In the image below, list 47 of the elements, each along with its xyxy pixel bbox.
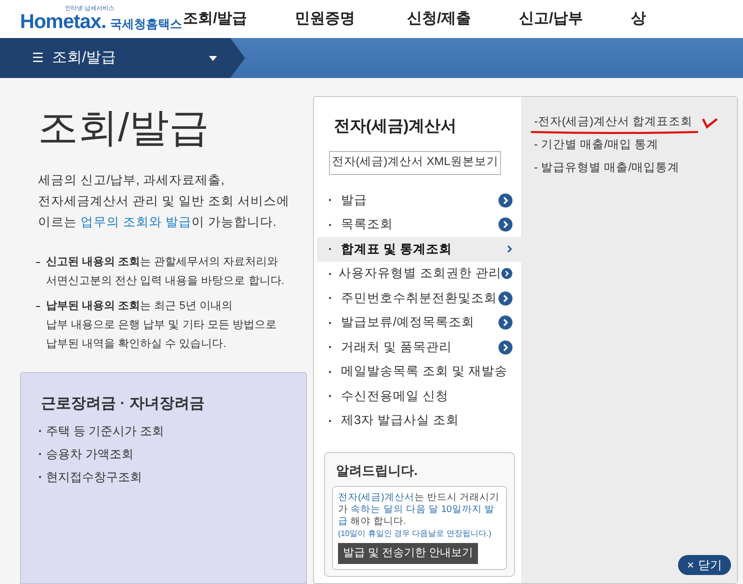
- logo-text: 국세청홈택스: [110, 18, 182, 30]
- dash-icon: [36, 262, 40, 263]
- xml-view-button[interactable]: 전자(세금)계산서 XML원본보기: [329, 151, 501, 175]
- card-link[interactable]: 승용차 가액조회: [46, 444, 134, 462]
- menu-item[interactable]: 발급보류/예정목록조회: [317, 310, 521, 335]
- menu-item[interactable]: 제3자 발급사실 조회: [317, 408, 521, 433]
- top-menu-item[interactable]: 조회/발급: [183, 8, 295, 30]
- menu-item[interactable]: 발급: [317, 188, 521, 212]
- chevron-icon: [507, 245, 513, 254]
- submenu-link[interactable]: - 기간별 매출/매입 통계: [534, 136, 659, 154]
- notice-title: 알려드립니다.: [336, 462, 419, 480]
- deadline-guide-button[interactable]: 발급 및 전송기한 안내보기: [338, 543, 478, 564]
- arrow-circle-icon: [498, 340, 513, 355]
- top-menu-item[interactable]: 신청/제출: [407, 8, 519, 30]
- top-menu-item[interactable]: 신고/납부: [519, 8, 631, 30]
- notice-footnote: (10일이 휴일인 경우 다음날로 연장됩니다.): [338, 528, 492, 540]
- menu-item[interactable]: 합계표 및 통계조회: [317, 237, 521, 262]
- menu-item[interactable]: 메일발송목록 조회 및 재발송: [317, 360, 521, 384]
- category-dropdown[interactable]: ☰ 조회/발급: [0, 38, 245, 78]
- arrow-circle-icon: [501, 266, 513, 282]
- top-menu-item[interactable]: 민원증명: [295, 8, 407, 30]
- page-title: 조회/발급: [38, 108, 210, 148]
- menu-item[interactable]: 사용자유형별 조회권한 관리: [317, 262, 521, 286]
- intro-text: 세금의 신고/납부, 과세자료제출, 전자세금계산서 관리 및 일반 조회 서비스에 이르는 업무의 조회와 발급이 가능합니다.: [38, 172, 290, 231]
- logo-wordmark[interactable]: Hometax.: [20, 12, 106, 32]
- dash-icon: [36, 306, 40, 307]
- menu-item[interactable]: 거래처 및 품목관리: [317, 335, 521, 360]
- caret-icon: [209, 56, 217, 60]
- arrow-circle-icon: [498, 290, 513, 306]
- arrow-circle-icon: [498, 192, 513, 208]
- menu-item[interactable]: 주민번호수취분전환및조회: [317, 286, 521, 310]
- panel-title: 전자(세금)계산서: [334, 117, 458, 137]
- menu-item[interactable]: 수신전용메일 신청: [317, 384, 521, 408]
- card-title: 근로장려금 · 자녀장려금: [41, 394, 206, 414]
- check-mark-icon: [700, 116, 719, 128]
- submenu-link[interactable]: - 발급유형별 매출/매입통계: [534, 160, 680, 178]
- arrow-circle-icon: [498, 315, 513, 330]
- top-menu-item[interactable]: 상: [631, 8, 743, 30]
- note-text: 신고된 내용의 조회는 관할세무서의 자료처리와 서면신고분의 전산 입력 내용을 바탕으로 합니다.: [46, 255, 284, 289]
- note-text: 납부된 내용의 조회는 최근 5년 이내의 납부 내용으로 은행 납부 및 기타 모든 방법으로 납부된 내역을 확인하실 수 있습니다.: [46, 299, 276, 352]
- menu-item[interactable]: 목록조회: [317, 212, 521, 237]
- close-button[interactable]: × 닫기: [678, 555, 731, 575]
- arrow-circle-icon: [498, 217, 513, 232]
- submenu-link[interactable]: -전자(세금)계산서 합계표조회: [534, 114, 693, 132]
- notice-text: 전자(세금)계산서 는 반드시 거래시기가 속하는 달의 다음 달 10일까지 발급 해야 합니다.: [338, 492, 501, 528]
- card-link[interactable]: 현지접수창구조회: [46, 468, 142, 486]
- card-link[interactable]: 주택 등 기준시가 조회: [46, 422, 164, 440]
